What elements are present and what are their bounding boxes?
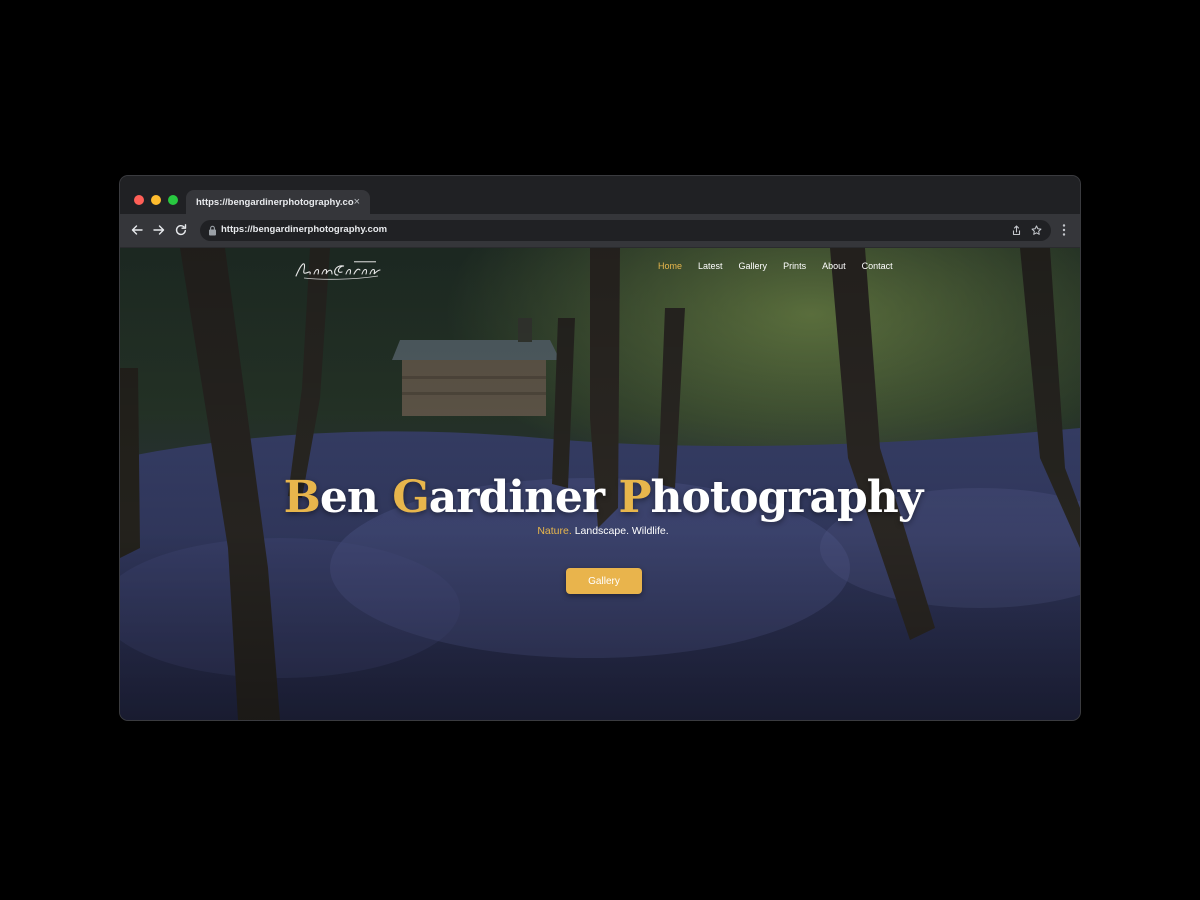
hero-title-initial-g: G — [392, 472, 430, 524]
nav-link-gallery[interactable]: Gallery — [739, 261, 768, 271]
hero-tagline: Nature. Landscape. Wildlife. — [120, 525, 1080, 537]
address-bar[interactable]: https://bengardinerphotography.com — [200, 220, 1051, 241]
minimize-window-button[interactable] — [151, 195, 161, 205]
ben-gardiner-signature-logo[interactable] — [292, 256, 382, 282]
maximize-window-button[interactable] — [168, 195, 178, 205]
tab-title: https://bengardinerphotography.com — [196, 196, 354, 208]
tagline-rest: Landscape. Wildlife. — [574, 524, 669, 537]
lock-icon[interactable] — [208, 225, 217, 236]
website-viewport: Home Latest Gallery Prints About Contact… — [120, 248, 1080, 720]
nav-link-prints[interactable]: Prints — [783, 261, 806, 271]
browser-tab[interactable]: https://bengardinerphotography.com × — [186, 190, 370, 214]
nav-link-about[interactable]: About — [822, 261, 846, 271]
hero-title-initial-b: B — [283, 472, 321, 524]
back-arrow-icon[interactable] — [130, 223, 144, 237]
nav-link-home[interactable]: Home — [658, 261, 682, 271]
hero-title: Ben Gardiner Photography — [120, 472, 1080, 523]
hero-title-rest-gardiner: ardiner — [428, 472, 605, 524]
close-window-button[interactable] — [134, 195, 144, 205]
browser-window: https://bengardinerphotography.com × htt… — [120, 176, 1080, 720]
tagline-accent: Nature. — [537, 524, 572, 537]
browser-toolbar: https://bengardinerphotography.com — [120, 214, 1080, 248]
more-menu-icon[interactable] — [1060, 223, 1068, 237]
hero-title-rest-ben: en — [319, 472, 379, 524]
url-text[interactable]: https://bengardinerphotography.com — [221, 224, 387, 235]
tab-close-icon[interactable]: × — [354, 196, 360, 208]
hero-title-initial-p: P — [618, 472, 651, 524]
hero-title-rest-photography: hotography — [650, 472, 924, 524]
window-controls — [134, 195, 178, 205]
reload-icon[interactable] — [174, 223, 188, 237]
site-navigation: Home Latest Gallery Prints About Contact — [658, 261, 893, 271]
nav-link-latest[interactable]: Latest — [698, 261, 723, 271]
nav-link-contact[interactable]: Contact — [862, 261, 893, 271]
bookmark-star-icon[interactable] — [1031, 225, 1042, 236]
share-icon[interactable] — [1011, 225, 1022, 236]
tab-strip: https://bengardinerphotography.com × — [120, 176, 1080, 214]
forward-arrow-icon[interactable] — [152, 223, 166, 237]
gallery-button[interactable]: Gallery — [566, 568, 642, 594]
